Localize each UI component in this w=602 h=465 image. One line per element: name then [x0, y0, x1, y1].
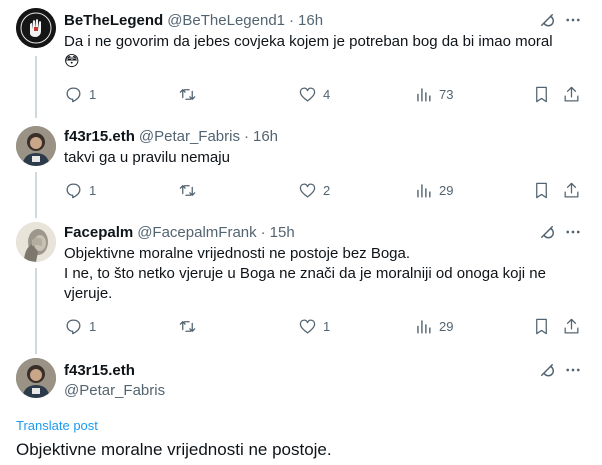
more-options-button[interactable]	[563, 222, 583, 242]
separator-dot: ·	[260, 223, 266, 241]
timestamp[interactable]: 16h	[298, 12, 323, 29]
tweet-text: Objektivne moralne vrijednosti ne postoj…	[64, 244, 574, 304]
grok-button[interactable]	[537, 222, 557, 242]
repost-icon	[179, 184, 196, 196]
heart-icon	[299, 87, 316, 101]
like-button[interactable]: 2	[298, 180, 330, 200]
reply-icon	[66, 183, 81, 198]
views-count: 29	[439, 182, 454, 198]
grok-icon	[541, 14, 554, 27]
like-count: 1	[323, 318, 331, 334]
views-button[interactable]: 73	[414, 84, 453, 104]
reply-count: 1	[89, 318, 97, 334]
heart-icon	[299, 319, 316, 333]
repost-button[interactable]	[178, 180, 203, 200]
user-handle[interactable]: @BeTheLegend1	[167, 12, 285, 29]
timestamp[interactable]: 15h	[270, 224, 295, 241]
separator-dot: ·	[289, 11, 295, 29]
tweet-text: takvi ga u pravilu nemaju	[64, 149, 230, 166]
like-button[interactable]: 1	[298, 316, 330, 336]
heart-icon	[299, 183, 316, 197]
display-name[interactable]: BeTheLegend	[64, 12, 163, 29]
more-icon	[566, 18, 580, 22]
views-icon	[417, 319, 431, 334]
tweet[interactable]: BeTheLegend @BeTheLegend1 · 16h Da i ne …	[0, 10, 602, 120]
like-count: 4	[323, 86, 331, 102]
share-icon	[564, 86, 579, 101]
more-icon	[566, 230, 580, 234]
bookmark-button[interactable]	[532, 316, 551, 336]
main-tweet-text: Objektivne moralne vrijednosti ne postoj…	[16, 440, 332, 459]
more-options-button[interactable]	[563, 10, 583, 30]
grok-button[interactable]	[537, 10, 557, 30]
display-name[interactable]: f43r15.eth	[64, 128, 135, 145]
tweet-text: Da i ne govorim da jebes covjeka kojem j…	[64, 32, 574, 72]
reply-count: 1	[89, 182, 97, 198]
reply-button[interactable]: 1	[64, 316, 96, 336]
tweet-text-line: vjeruje.	[64, 285, 113, 302]
like-button[interactable]: 4	[298, 84, 330, 104]
separator-dot: ·	[243, 127, 249, 145]
action-bar: 1 1 29	[64, 316, 584, 336]
reply-button[interactable]: 1	[64, 84, 96, 104]
display-name[interactable]: Facepalm	[64, 224, 133, 241]
action-bar: 1 2 29	[64, 180, 584, 200]
share-icon	[564, 182, 579, 197]
repost-icon	[179, 320, 196, 332]
reply-icon	[66, 319, 81, 334]
views-icon	[417, 87, 431, 102]
tweet[interactable]: Facepalm @FacepalmFrank · 15h Objektivne…	[0, 222, 602, 352]
share-button[interactable]	[562, 316, 581, 336]
share-button[interactable]	[562, 84, 581, 104]
repost-icon	[179, 88, 196, 100]
main-tweet-name: f43r15.eth	[64, 360, 135, 380]
share-button[interactable]	[562, 180, 581, 200]
reply-icon	[66, 87, 81, 102]
flushed-emoji: 😳	[64, 53, 80, 70]
more-icon	[566, 368, 580, 372]
views-icon	[417, 183, 431, 198]
grok-icon	[541, 364, 554, 377]
share-icon	[564, 318, 579, 333]
user-handle[interactable]: @Petar_Fabris	[64, 382, 165, 399]
reply-button[interactable]: 1	[64, 180, 96, 200]
like-count: 2	[323, 182, 331, 198]
grok-button[interactable]	[537, 360, 557, 380]
views-count: 29	[439, 318, 454, 334]
bookmark-icon	[536, 182, 547, 198]
display-name[interactable]: f43r15.eth	[64, 362, 135, 379]
views-count: 73	[439, 86, 454, 102]
tweet-text-line: Objektivne moralne vrijednosti ne postoj…	[64, 245, 411, 262]
tweet-header: BeTheLegend @BeTheLegend1 · 16h	[64, 10, 323, 30]
bookmark-button[interactable]	[532, 84, 551, 104]
user-handle[interactable]: @Petar_Fabris	[139, 128, 240, 145]
views-button[interactable]: 29	[414, 316, 453, 336]
tweet-text-line: I ne, to što netko vjeruje u Boga ne zna…	[64, 265, 546, 282]
bookmark-button[interactable]	[532, 180, 551, 200]
main-tweet-handle: @Petar_Fabris	[64, 380, 165, 400]
action-bar: 1 4 73	[64, 84, 584, 104]
more-options-button[interactable]	[563, 360, 583, 380]
bookmark-icon	[536, 86, 547, 102]
bookmark-icon	[536, 318, 547, 334]
views-button[interactable]: 29	[414, 180, 453, 200]
repost-button[interactable]	[178, 84, 203, 104]
tweet-header: Facepalm @FacepalmFrank · 15h	[64, 222, 295, 242]
grok-icon	[541, 226, 554, 239]
reply-count: 1	[89, 86, 97, 102]
tweet-text-line: Da i ne govorim da jebes covjeka kojem j…	[64, 33, 553, 50]
translate-post-link[interactable]: Translate post	[16, 418, 98, 433]
user-handle[interactable]: @FacepalmFrank	[137, 224, 256, 241]
tweet-header: f43r15.eth @Petar_Fabris · 16h	[64, 126, 278, 146]
tweet[interactable]: f43r15.eth @Petar_Fabris · 16h takvi ga …	[0, 126, 602, 216]
repost-button[interactable]	[178, 316, 203, 336]
timestamp[interactable]: 16h	[253, 128, 278, 145]
